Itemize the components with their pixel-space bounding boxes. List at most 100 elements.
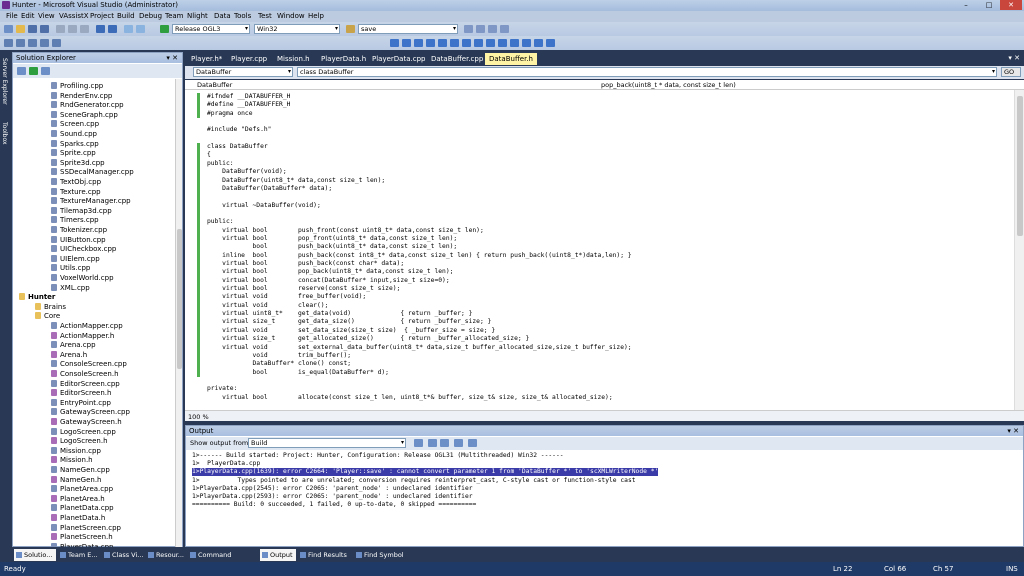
tree-item[interactable]: PlanetData.cpp <box>51 504 114 513</box>
tree-item[interactable]: UIButton.cpp <box>51 235 106 245</box>
scrollbar-thumb[interactable] <box>1017 96 1023 236</box>
find-in-files-icon[interactable] <box>346 25 355 33</box>
tree-item[interactable]: RndGenerator.cpp <box>51 101 124 110</box>
go-button[interactable]: GO <box>1001 67 1021 77</box>
menu-team[interactable]: Team <box>165 12 184 20</box>
tree-item[interactable]: Arena.cpp <box>51 341 96 350</box>
tree-item[interactable]: PlanetArea.cpp <box>51 485 113 494</box>
menu-view[interactable]: View <box>38 12 55 20</box>
tab-class-view[interactable]: Class Vi... <box>102 549 144 561</box>
new-project-icon[interactable] <box>4 25 13 33</box>
maximize-button[interactable]: □ <box>978 0 1000 10</box>
tree-item[interactable]: Arena.h <box>51 350 87 360</box>
undo-icon[interactable] <box>96 25 105 33</box>
tree-item[interactable]: EditorScreen.cpp <box>51 379 120 389</box>
cut-icon[interactable] <box>56 25 65 33</box>
toolbar-icon[interactable] <box>414 39 423 47</box>
toolbar-icon[interactable] <box>16 39 25 47</box>
zoom-level[interactable]: 100 % <box>188 413 209 421</box>
tree-item[interactable]: Tilemap3d.cpp <box>51 206 112 216</box>
tree-item[interactable]: Texture.cpp <box>51 187 101 197</box>
toolbar-icon[interactable] <box>498 39 507 47</box>
close-icon[interactable]: ▾ ✕ <box>1008 54 1020 62</box>
toolbar-icon[interactable] <box>402 39 411 47</box>
tab-find-symbol-results[interactable]: Find Symbol Results <box>354 549 426 571</box>
tree-item[interactable]: Mission.h <box>51 456 93 465</box>
tree-item[interactable]: SSDecalManager.cpp <box>51 168 134 177</box>
open-file-icon[interactable] <box>16 25 25 33</box>
tree-item[interactable]: Sound.cpp <box>51 130 97 139</box>
tab-resource-view[interactable]: Resour... <box>146 549 186 561</box>
tree-item[interactable]: ConsoleScreen.h <box>51 370 119 379</box>
output-line[interactable]: 1>PlayerData.cpp(1639): error C2664: 'Pl… <box>192 468 659 477</box>
menu-nlight[interactable]: Nlight <box>187 12 208 20</box>
minimize-button[interactable]: – <box>955 0 977 10</box>
output-source-combo[interactable]: Build ▾ <box>248 438 406 448</box>
tree-item[interactable]: EditorScreen.h <box>51 389 111 398</box>
copy-icon[interactable] <box>68 25 77 33</box>
output-line[interactable]: 1>------ Build started: Project: Hunter,… <box>192 452 564 460</box>
next-message-icon[interactable] <box>440 439 449 447</box>
save-icon[interactable] <box>28 25 37 33</box>
tree-item[interactable]: UICheckbox.cpp <box>51 245 116 254</box>
find-combo[interactable]: save ▾ <box>358 24 458 34</box>
solution-explorer-icon[interactable] <box>476 25 485 33</box>
tree-item[interactable]: RenderEnv.cpp <box>51 91 112 101</box>
scope-combo[interactable]: DataBuffer ▾ <box>193 67 293 77</box>
toolbar-icon[interactable] <box>40 39 49 47</box>
tree-item[interactable]: PlanetScreen.cpp <box>51 523 121 533</box>
tab-mission-h[interactable]: Mission.h <box>273 53 314 65</box>
tree-item[interactable]: Profiling.cpp <box>51 82 103 91</box>
toolbox-icon[interactable] <box>500 25 509 33</box>
toolbar-icon[interactable] <box>438 39 447 47</box>
menu-debug[interactable]: Debug <box>139 12 162 20</box>
tree-item[interactable]: GatewayScreen.h <box>51 418 122 427</box>
toolbar-icon[interactable] <box>28 39 37 47</box>
tab-databuffer-cpp[interactable]: DataBuffer.cpp <box>427 53 487 65</box>
tree-item[interactable]: NameGen.h <box>51 475 101 485</box>
tree-item[interactable]: Mission.cpp <box>51 446 101 456</box>
save-all-icon[interactable] <box>40 25 49 33</box>
tree-item[interactable]: Hunter <box>19 293 55 302</box>
properties-icon[interactable] <box>488 25 497 33</box>
toolbar-icon[interactable] <box>426 39 435 47</box>
navigate-forward-icon[interactable] <box>136 25 145 33</box>
menu-project[interactable]: Project <box>90 12 114 20</box>
menu-test[interactable]: Test <box>258 12 272 20</box>
toolbar-icon[interactable] <box>486 39 495 47</box>
tab-databuffer-h[interactable]: DataBuffer.h ✕ <box>485 53 537 75</box>
menu-file[interactable]: File <box>6 12 18 20</box>
toolbar-icon[interactable] <box>462 39 471 47</box>
tree-item[interactable]: Sprite.cpp <box>51 149 96 158</box>
tree-item[interactable]: TextObj.cpp <box>51 178 101 187</box>
platform-combo[interactable]: Win32 ▾ <box>254 24 340 34</box>
tab-playerdata-h[interactable]: PlayerData.h <box>317 53 370 65</box>
find-message-icon[interactable] <box>414 439 423 447</box>
word-wrap-icon[interactable] <box>468 439 477 447</box>
tree-item[interactable]: PlanetArea.h <box>51 494 105 504</box>
member-dropdown[interactable]: pop_back(uint8_t * data, const size_t le… <box>601 81 736 89</box>
menu-vassistx[interactable]: VAssistX <box>59 12 89 20</box>
toolbar-icon[interactable] <box>474 39 483 47</box>
clear-all-icon[interactable] <box>454 439 463 447</box>
output-line[interactable]: 1> Types pointed to are unrelated; conve… <box>192 477 636 485</box>
menu-window[interactable]: Window <box>277 12 305 20</box>
tree-item[interactable]: GatewayScreen.cpp <box>51 408 130 417</box>
close-icon[interactable]: ▾ ✕ <box>1007 426 1019 436</box>
tree-item[interactable]: Brains <box>35 302 66 312</box>
output-line[interactable]: 1>PlayerData.cpp(2545): error C2065: 'pa… <box>192 485 473 493</box>
refresh-icon[interactable] <box>29 67 38 75</box>
class-combo[interactable]: class DataBuffer ▾ <box>297 67 997 77</box>
code-editor[interactable]: #ifndef __DATABUFFER_H #define __DATABUFF… <box>185 90 1014 410</box>
tree-item[interactable]: Tokenizer.cpp <box>51 226 107 235</box>
menu-data[interactable]: Data <box>214 12 231 20</box>
tab-command-window[interactable]: Command Window <box>188 549 256 571</box>
output-line[interactable]: 1>PlayerData.cpp(2593): error C2065: 'pa… <box>192 493 473 501</box>
tree-item[interactable]: LogoScreen.cpp <box>51 427 116 437</box>
toolbar-icon[interactable] <box>546 39 555 47</box>
toolbar-icon[interactable] <box>510 39 519 47</box>
tree-item[interactable]: TextureManager.cpp <box>51 197 131 206</box>
output-line[interactable]: ========== Build: 0 succeeded, 1 failed,… <box>192 501 476 509</box>
tab-team-explorer[interactable]: Team E... <box>58 549 100 561</box>
tab-solution-explorer[interactable]: Solutio... <box>14 549 56 561</box>
